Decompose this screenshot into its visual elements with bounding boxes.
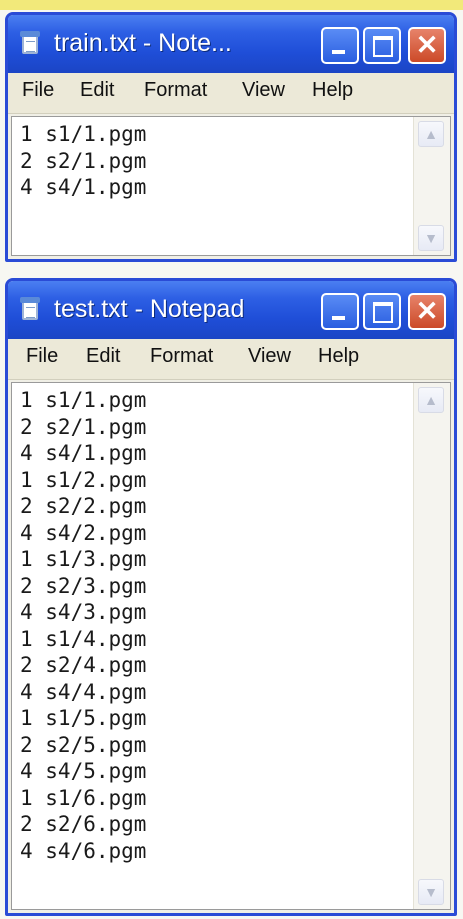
text-line: 2 s2/1.pgm: [20, 414, 147, 439]
title-bar[interactable]: train.txt - Note... ✕: [8, 15, 454, 73]
scroll-down-arrow-icon[interactable]: ▼: [418, 879, 444, 905]
title-bar[interactable]: test.txt - Notepad ✕: [8, 281, 454, 339]
text-line: 1 s1/4.pgm: [20, 626, 147, 651]
text-line: 2 s2/1.pgm: [20, 148, 147, 173]
notepad-window-test: test.txt - Notepad ✕ File Edit Format Vi…: [5, 278, 457, 916]
text-content: 1 s1/1.pgm 2 s2/1.pgm 4 s4/1.pgm 1 s1/2.pgm…: [20, 387, 146, 864]
text-line: 1 s1/1.pgm: [20, 388, 147, 412]
notepad-window-train: train.txt - Note... ✕ File Edit Format V…: [5, 12, 457, 262]
menu-file[interactable]: File: [26, 345, 58, 368]
window-title: train.txt - Note...: [54, 29, 232, 57]
menu-help[interactable]: Help: [318, 345, 359, 368]
text-line: 4 s4/1.pgm: [20, 175, 147, 199]
scroll-up-arrow-icon[interactable]: ▲: [418, 387, 444, 413]
text-line: 1 s1/5.pgm: [20, 706, 147, 730]
menu-bar: File Edit Format View Help: [8, 73, 454, 114]
menu-format[interactable]: Format: [150, 345, 213, 368]
maximize-icon[interactable]: [363, 27, 401, 64]
text-line: 1 s1/2.pgm: [20, 467, 147, 492]
window-title: test.txt - Notepad: [54, 295, 245, 323]
vertical-scrollbar[interactable]: ▲ ▼: [413, 117, 450, 255]
text-line: 4 s4/4.pgm: [20, 679, 147, 704]
menu-view[interactable]: View: [248, 345, 291, 368]
text-line: 4 s4/2.pgm: [20, 520, 147, 545]
menu-format[interactable]: Format: [144, 79, 207, 102]
maximize-icon[interactable]: [363, 293, 401, 330]
vertical-scrollbar[interactable]: ▲ ▼: [413, 383, 450, 909]
close-icon[interactable]: ✕: [408, 293, 446, 330]
text-line: 1 s1/1.pgm: [20, 122, 147, 146]
text-line: 2 s2/3.pgm: [20, 573, 147, 598]
text-editor[interactable]: 1 s1/1.pgm 2 s2/1.pgm 4 s4/1.pgm 1 s1/2.pgm…: [11, 382, 451, 910]
text-line: 2 s2/2.pgm: [20, 494, 147, 518]
top-edge-strip: [0, 0, 463, 10]
minimize-icon[interactable]: [321, 293, 359, 330]
text-line: 4 s4/5.pgm: [20, 759, 147, 783]
text-line: 2 s2/6.pgm: [20, 812, 147, 836]
menu-view[interactable]: View: [242, 79, 285, 102]
text-content: 1 s1/1.pgm 2 s2/1.pgm 4 s4/1.pgm: [20, 121, 146, 201]
menu-bar: File Edit Format View Help: [8, 339, 454, 380]
scroll-down-arrow-icon[interactable]: ▼: [418, 225, 444, 251]
menu-help[interactable]: Help: [312, 79, 353, 102]
text-line: 1 s1/3.pgm: [20, 547, 147, 571]
text-line: 2 s2/4.pgm: [20, 653, 147, 677]
menu-edit[interactable]: Edit: [80, 79, 114, 102]
text-line: 4 s4/1.pgm: [20, 441, 147, 465]
notepad-icon[interactable]: [20, 31, 40, 54]
minimize-icon[interactable]: [321, 27, 359, 64]
scroll-up-arrow-icon[interactable]: ▲: [418, 121, 444, 147]
text-line: 4 s4/6.pgm: [20, 838, 147, 863]
notepad-icon[interactable]: [20, 297, 40, 320]
text-line: 4 s4/3.pgm: [20, 600, 147, 624]
close-icon[interactable]: ✕: [408, 27, 446, 64]
text-editor[interactable]: 1 s1/1.pgm 2 s2/1.pgm 4 s4/1.pgm ▲ ▼: [11, 116, 451, 256]
menu-edit[interactable]: Edit: [86, 345, 120, 368]
text-line: 1 s1/6.pgm: [20, 785, 147, 810]
text-line: 2 s2/5.pgm: [20, 732, 147, 757]
menu-file[interactable]: File: [22, 79, 54, 102]
